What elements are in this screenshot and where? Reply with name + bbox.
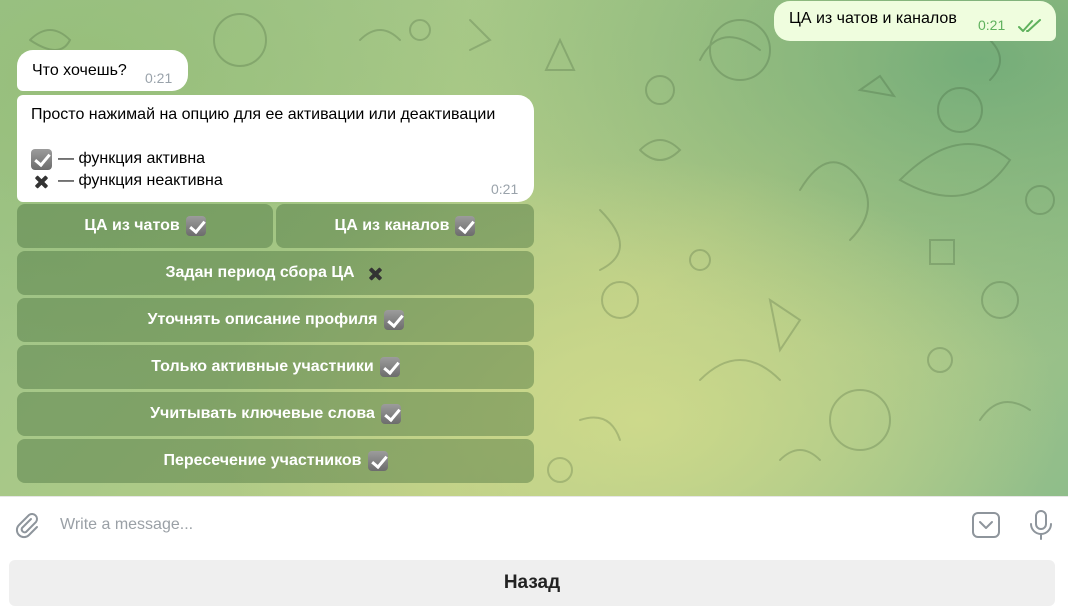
incoming-message-bubble: Что хочешь? 0:21 bbox=[17, 50, 188, 91]
message-time: 0:21 bbox=[145, 70, 173, 86]
checkmark-box-icon bbox=[379, 357, 400, 377]
inline-button-refine-profile[interactable]: Уточнять описание профиля bbox=[17, 298, 534, 342]
checkmark-box-icon bbox=[31, 148, 52, 170]
legend-active-row: — функция активна bbox=[31, 148, 205, 170]
microphone-icon[interactable] bbox=[1028, 509, 1054, 541]
message-composer bbox=[0, 496, 1068, 552]
double-check-read-icon bbox=[1018, 19, 1041, 32]
inline-button-collection-period[interactable]: Задан период сбора ЦА bbox=[17, 251, 534, 295]
cross-mark-icon bbox=[31, 171, 52, 192]
bot-keyboard-icon[interactable] bbox=[971, 511, 1001, 539]
message-input[interactable] bbox=[60, 509, 940, 541]
checkmark-box-icon bbox=[383, 310, 404, 330]
message-time: 0:21 bbox=[491, 181, 519, 197]
outgoing-message-time: 0:21 bbox=[978, 17, 1006, 33]
inline-button-audience-channels[interactable]: ЦА из каналов bbox=[276, 204, 534, 248]
checkmark-box-icon bbox=[185, 216, 206, 236]
back-button[interactable]: Назад bbox=[9, 560, 1055, 606]
checkmark-box-icon bbox=[380, 404, 401, 424]
inline-button-label: Пересечение участников bbox=[163, 452, 362, 469]
paperclip-icon[interactable] bbox=[12, 511, 40, 539]
checkmark-box-icon bbox=[455, 216, 476, 236]
message-text: Что хочешь? bbox=[32, 62, 127, 79]
inline-button-audience-chats[interactable]: ЦА из чатов bbox=[17, 204, 273, 248]
incoming-message-bubble-instructions: Просто нажимай на опцию для ее активации… bbox=[17, 95, 534, 202]
legend-active-text: — функция активна bbox=[58, 150, 206, 167]
inline-button-label: Задан период сбора ЦА bbox=[165, 264, 355, 281]
inline-button-label: Только активные участники bbox=[151, 358, 374, 375]
outgoing-message-text: ЦА из чатов и каналов bbox=[789, 10, 957, 27]
checkmark-box-icon bbox=[367, 451, 388, 471]
outgoing-message-bubble: ЦА из чатов и каналов 0:21 bbox=[774, 1, 1056, 41]
inline-button-members-intersection[interactable]: Пересечение участников bbox=[17, 439, 534, 483]
inline-button-label: ЦА из каналов bbox=[334, 217, 450, 234]
inline-button-label: ЦА из чатов bbox=[84, 217, 180, 234]
inline-button-keywords[interactable]: Учитывать ключевые слова bbox=[17, 392, 534, 436]
inline-button-active-members-only[interactable]: Только активные участники bbox=[17, 345, 534, 389]
message-text: Просто нажимай на опцию для ее активации… bbox=[31, 106, 496, 123]
cross-mark-icon bbox=[365, 263, 386, 284]
inline-button-label: Уточнять описание профиля bbox=[147, 311, 378, 328]
legend-inactive-row: — функция неактивна bbox=[31, 170, 223, 192]
reply-keyboard: Назад bbox=[0, 552, 1068, 612]
chat-background: ЦА из чатов и каналов 0:21 Что хочешь? 0… bbox=[0, 0, 1068, 496]
inline-button-label: Учитывать ключевые слова bbox=[150, 405, 375, 422]
legend-inactive-text: — функция неактивна bbox=[58, 172, 223, 189]
